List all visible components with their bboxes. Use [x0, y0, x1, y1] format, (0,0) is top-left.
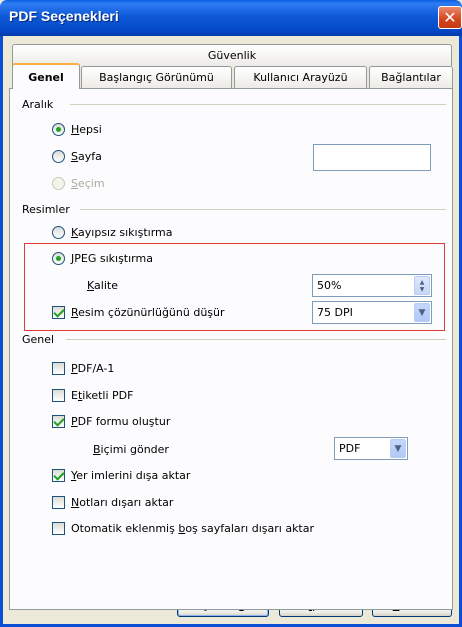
create-form-checkbox[interactable] — [52, 415, 65, 428]
tab-initial-view[interactable]: Başlangıç Görünümü — [81, 66, 232, 88]
tab-user-interface[interactable]: Kullanıcı Arayüzü — [234, 66, 367, 88]
images-header: Resimler — [22, 203, 74, 216]
general-divider — [66, 339, 446, 340]
range-divider — [70, 104, 446, 105]
export-blank-pages-label[interactable]: Otomatik eklenmiş boş sayfaları dışarı a… — [71, 522, 314, 535]
jpeg-label[interactable]: JPEG sıkıştırma — [71, 252, 153, 265]
pages-input[interactable] — [313, 144, 431, 171]
tab-label: Bağlantılar — [381, 71, 441, 84]
export-blank-pages-checkbox[interactable] — [52, 522, 65, 535]
export-bookmarks-checkbox[interactable] — [52, 469, 65, 482]
export-notes-checkbox[interactable] — [52, 496, 65, 509]
window-title: PDF Seçenekleri — [9, 8, 119, 24]
selection-label: Seçim — [71, 177, 105, 190]
pdfa-label[interactable]: PDF/A-1 — [71, 362, 114, 375]
quality-label: Kalite — [87, 279, 118, 292]
chevron-down-icon[interactable]: ▼ — [390, 439, 406, 458]
submit-format-dropdown[interactable]: PDF ▼ — [334, 437, 408, 460]
chevron-down-icon[interactable]: ▼ — [414, 303, 430, 322]
submit-format-label: Biçimi gönder — [93, 443, 169, 456]
range-header: Aralık — [22, 98, 58, 111]
images-divider — [80, 209, 446, 210]
resolution-value: 75 DPI — [317, 306, 353, 319]
quality-spin-buttons[interactable]: ▲ ▼ — [414, 276, 430, 295]
lossless-radio[interactable] — [52, 226, 65, 239]
tab-label: Genel — [28, 70, 64, 84]
selection-radio — [52, 177, 65, 190]
general-header: Genel — [22, 333, 59, 346]
submit-format-value: PDF — [339, 442, 361, 455]
create-form-label[interactable]: PDF formu oluştur — [71, 415, 170, 428]
tagged-pdf-checkbox[interactable] — [52, 389, 65, 402]
reduce-resolution-checkbox[interactable] — [52, 306, 65, 319]
jpeg-radio[interactable] — [52, 252, 65, 265]
tab-links[interactable]: Bağlantılar — [369, 66, 453, 88]
all-pages-label[interactable]: Hepsi — [71, 123, 102, 136]
tab-label: Güvenlik — [207, 49, 257, 62]
close-icon: ✕ — [443, 8, 457, 27]
general-tab-panel: Aralık Hepsi Sayfa Seçim Resimler Kayıps… — [9, 88, 453, 610]
pages-label[interactable]: Sayfa — [71, 150, 102, 163]
pages-radio[interactable] — [52, 150, 65, 163]
all-pages-radio[interactable] — [52, 123, 65, 136]
pdfa-checkbox[interactable] — [52, 362, 65, 375]
resolution-dropdown[interactable]: 75 DPI ▼ — [312, 301, 432, 324]
close-button[interactable]: ✕ — [438, 6, 462, 29]
tab-general[interactable]: Genel — [12, 63, 80, 89]
reduce-resolution-label[interactable]: Resim çözünürlüğünü düşür — [71, 306, 225, 319]
title-bar: PDF Seçenekleri ✕ — [0, 0, 462, 36]
lossless-label[interactable]: Kayıpsız sıkıştırma — [71, 226, 172, 239]
export-bookmarks-label[interactable]: Yer imlerini dışa aktar — [71, 469, 190, 482]
quality-value: 50% — [317, 279, 342, 292]
tab-label: Kullanıcı Arayüzü — [253, 71, 348, 84]
spin-down-icon[interactable]: ▼ — [420, 286, 425, 293]
quality-spinbox[interactable]: 50% ▲ ▼ — [312, 274, 432, 297]
tagged-pdf-label[interactable]: Etiketli PDF — [71, 389, 133, 402]
spin-up-icon[interactable]: ▲ — [420, 279, 425, 286]
tab-label: Başlangıç Görünümü — [99, 71, 214, 84]
export-notes-label[interactable]: Notları dışarı aktar — [71, 496, 173, 509]
